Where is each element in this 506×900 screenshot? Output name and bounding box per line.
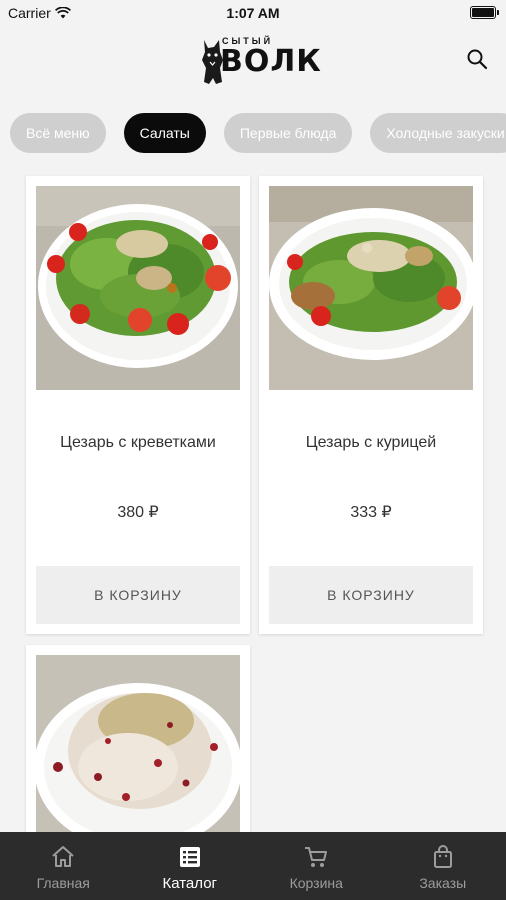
add-to-cart-button[interactable]: В КОРЗИНУ <box>269 566 473 624</box>
product-price: 333 ₽ <box>350 504 392 521</box>
search-icon <box>467 49 488 70</box>
tab-catalog-label: Каталог <box>162 875 218 892</box>
chip-cold-appetizers[interactable]: Холодные закуски <box>370 113 506 153</box>
header: СЫТЫЙ ВОЛК <box>0 26 506 96</box>
product-card[interactable] <box>26 645 250 845</box>
logo[interactable]: СЫТЫЙ ВОЛК <box>200 34 321 84</box>
chip-salads[interactable]: Салаты <box>123 113 206 153</box>
status-time: 1:07 AM <box>226 5 280 21</box>
product-image <box>36 186 240 390</box>
search-button[interactable] <box>462 44 492 74</box>
home-icon <box>52 846 74 867</box>
product-card[interactable]: Цезарь с курицей 333 ₽ В КОРЗИНУ <box>259 176 483 634</box>
battery-icon <box>470 6 499 19</box>
logo-title: ВОЛК <box>220 44 322 79</box>
product-image <box>269 186 473 390</box>
category-chips: Всё меню Салаты Первые блюда Холодные за… <box>10 113 506 153</box>
chip-first-courses[interactable]: Первые блюда <box>223 113 353 153</box>
product-name: Цезарь с курицей <box>305 434 437 451</box>
add-to-cart-button[interactable]: В КОРЗИНУ <box>36 566 240 624</box>
product-card[interactable]: Цезарь с креветками 380 ₽ В КОРЗИНУ <box>26 176 250 634</box>
tab-catalog[interactable]: Каталог <box>127 832 254 900</box>
product-price: 380 ₽ <box>117 504 159 521</box>
chip-all-menu[interactable]: Всё меню <box>10 113 106 153</box>
catalog-icon <box>179 847 200 867</box>
status-bar: Carrier 1:07 AM <box>0 0 506 26</box>
tab-bar: Главная Каталог Корзина Заказы <box>0 832 506 900</box>
product-name: Цезарь с креветками <box>60 434 216 451</box>
tab-home-label: Главная <box>36 875 90 891</box>
tab-home[interactable]: Главная <box>0 832 127 900</box>
tab-orders-label: Заказы <box>419 875 467 891</box>
bag-icon <box>433 845 452 868</box>
tab-cart[interactable]: Корзина <box>253 832 380 900</box>
cart-icon <box>305 847 328 867</box>
product-image <box>36 655 240 845</box>
tab-cart-label: Корзина <box>289 875 343 891</box>
tab-orders[interactable]: Заказы <box>380 832 506 900</box>
